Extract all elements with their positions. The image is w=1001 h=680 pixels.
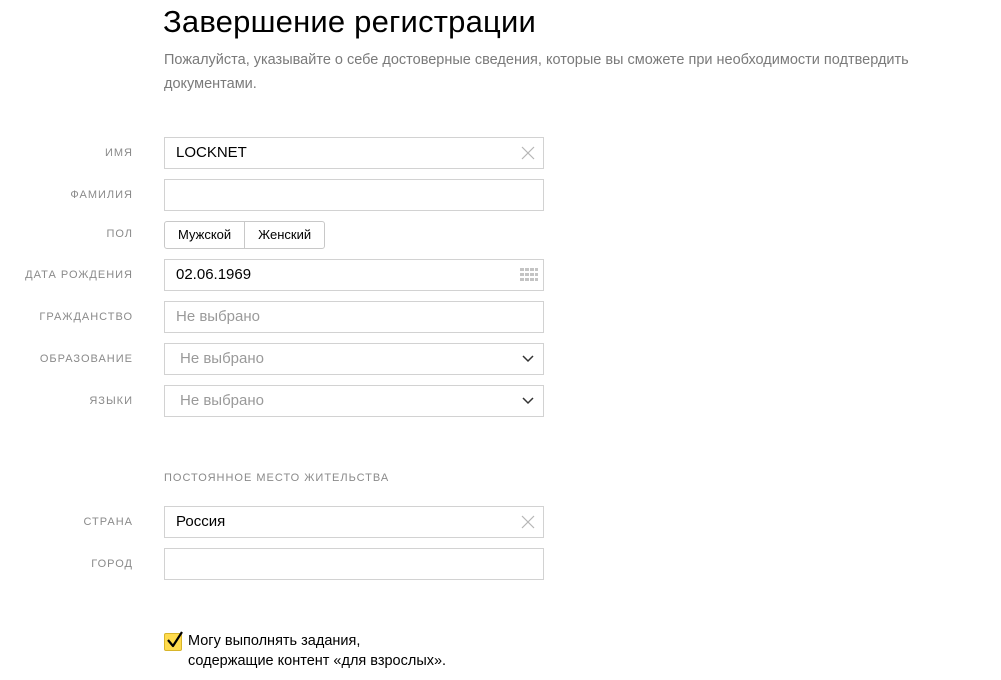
gender-row: ПОЛ Мужской Женский <box>0 218 1001 250</box>
gender-toggle-group: Мужской Женский <box>164 221 326 249</box>
city-label: ГОРОД <box>91 558 133 570</box>
page-title: Завершение регистрации <box>163 4 537 39</box>
gender-female-button[interactable]: Женский <box>244 222 324 248</box>
adult-content-label[interactable]: Могу выполнять задания, содержащие конте… <box>188 631 446 671</box>
adult-content-label-line1: Могу выполнять задания, <box>188 633 361 649</box>
education-selected: Не выбрано <box>180 350 264 367</box>
gender-male-button[interactable]: Мужской <box>165 222 244 248</box>
city-field[interactable] <box>164 548 544 580</box>
gender-label: ПОЛ <box>106 228 133 240</box>
adult-content-checkbox[interactable] <box>164 631 183 651</box>
country-label: СТРАНА <box>83 516 133 528</box>
citizenship-row: ГРАЖДАНСТВО Не выбрано <box>0 301 1001 333</box>
clear-icon[interactable] <box>520 514 536 530</box>
name-row: ИМЯ LOCKNET <box>0 137 1001 169</box>
birthdate-value: 02.06.1969 <box>176 266 252 283</box>
adult-content-label-line2: содержащие контент «для взрослых». <box>188 653 447 669</box>
city-row: ГОРОД <box>0 548 1001 580</box>
country-value: Россия <box>176 513 226 530</box>
citizenship-field[interactable]: Не выбрано <box>164 301 544 333</box>
citizenship-placeholder: Не выбрано <box>176 308 260 325</box>
education-row: ОБРАЗОВАНИЕ Не выбрано <box>0 343 1001 375</box>
surname-label: ФАМИЛИЯ <box>70 189 133 201</box>
birthdate-field[interactable]: 02.06.1969 <box>164 259 544 291</box>
languages-label: ЯЗЫКИ <box>89 395 133 407</box>
citizenship-label: ГРАЖДАНСТВО <box>39 311 133 323</box>
birthdate-label: ДАТА РОЖДЕНИЯ <box>25 269 133 281</box>
education-label: ОБРАЗОВАНИЕ <box>39 353 133 365</box>
residence-section-title: ПОСТОЯННОЕ МЕСТО ЖИТЕЛЬСТВА <box>164 472 390 484</box>
name-field[interactable]: LOCKNET <box>164 137 544 169</box>
name-value: LOCKNET <box>176 144 247 161</box>
country-row: СТРАНА Россия <box>0 506 1001 538</box>
languages-select[interactable]: Не выбрано <box>164 385 544 417</box>
chevron-down-icon <box>522 355 534 363</box>
chevron-down-icon <box>522 397 534 405</box>
education-select[interactable]: Не выбрано <box>164 343 544 375</box>
surname-row: ФАМИЛИЯ <box>0 179 1001 211</box>
languages-selected: Не выбрано <box>180 392 264 409</box>
country-field[interactable]: Россия <box>164 506 544 538</box>
languages-row: ЯЗЫКИ Не выбрано <box>0 385 1001 417</box>
surname-field[interactable] <box>164 179 544 211</box>
birthdate-row: ДАТА РОЖДЕНИЯ 02.06.1969 <box>0 259 1001 291</box>
name-label: ИМЯ <box>104 147 133 159</box>
page-subtitle: Пожалуйста, указывайте о себе достоверны… <box>164 52 909 92</box>
calendar-icon[interactable] <box>520 268 538 282</box>
checkmark-icon <box>167 631 183 648</box>
clear-icon[interactable] <box>520 145 536 161</box>
